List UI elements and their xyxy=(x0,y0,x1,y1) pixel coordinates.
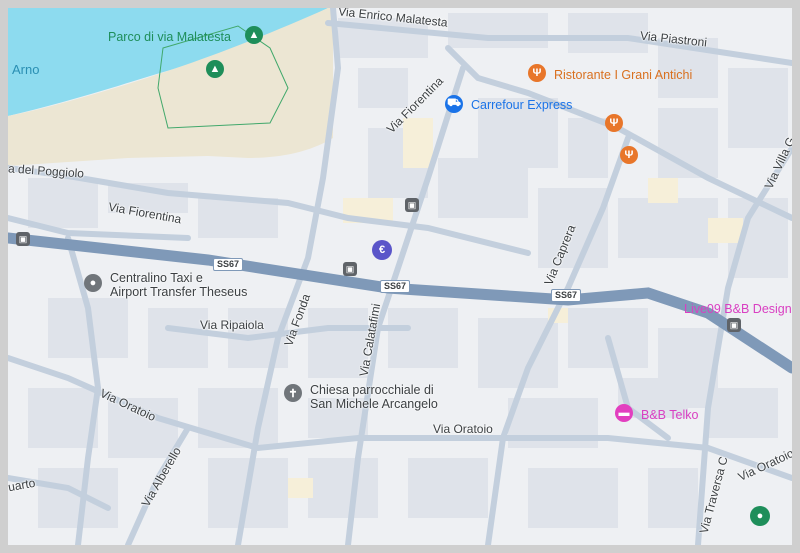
map-canvas[interactable]: Arno Via Enrico Malatesta Via Piastroni … xyxy=(8,8,792,545)
shopping-cart-icon[interactable]: ⛟ xyxy=(445,95,463,113)
church-label-line1[interactable]: Chiesa parrocchiale di xyxy=(310,383,434,397)
park-label[interactable]: Parco di via Malatesta xyxy=(108,30,231,44)
bed-icon[interactable]: ▬ xyxy=(615,404,633,422)
bus-icon[interactable]: ▣ xyxy=(343,262,357,276)
supermarket-label[interactable]: Carrefour Express xyxy=(471,98,572,112)
fork-knife-icon[interactable]: Ψ xyxy=(620,146,638,164)
cross-icon[interactable]: ✝ xyxy=(284,384,302,402)
fork-knife-icon[interactable]: Ψ xyxy=(605,114,623,132)
highway-shield: SS67 xyxy=(551,289,582,302)
bus-icon[interactable]: ▣ xyxy=(405,198,419,212)
highway-shield: SS67 xyxy=(213,258,244,271)
fork-knife-icon[interactable]: Ψ xyxy=(528,64,546,82)
bus-icon[interactable]: ▣ xyxy=(727,318,741,332)
tree-icon[interactable]: ▲ xyxy=(206,60,224,78)
euro-icon[interactable]: € xyxy=(372,240,392,260)
street-label-ripaiola: Via Ripaiola xyxy=(200,318,264,332)
highway-shield: SS67 xyxy=(380,280,411,293)
bb-telko-label[interactable]: B&B Telko xyxy=(641,408,698,422)
river-label: Arno xyxy=(12,62,40,77)
restaurant-label[interactable]: Ristorante I Grani Antichi xyxy=(554,68,692,82)
church-label-line2[interactable]: San Michele Arcangelo xyxy=(310,397,438,411)
taxi-label-line1[interactable]: Centralino Taxi e xyxy=(110,271,203,285)
taxi-label-line2[interactable]: Airport Transfer Theseus xyxy=(110,285,247,299)
live09-label[interactable]: Live09 B&B Design xyxy=(684,302,792,316)
location-pin-icon[interactable]: ● xyxy=(84,274,102,292)
street-label-oratoio-center: Via Oratoio xyxy=(433,422,493,436)
tree-icon[interactable]: ▲ xyxy=(245,26,263,44)
location-pin-icon[interactable]: ● xyxy=(750,506,770,526)
bus-icon[interactable]: ▣ xyxy=(16,232,30,246)
